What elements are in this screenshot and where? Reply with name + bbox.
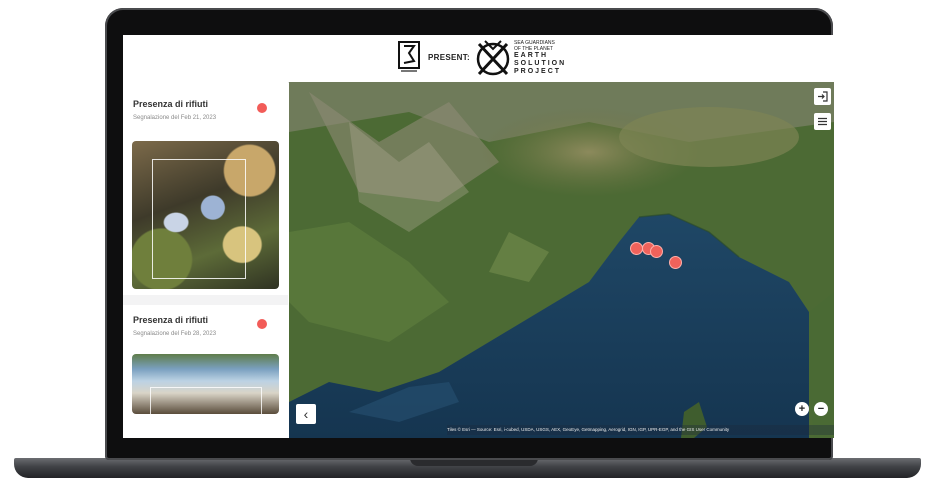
- report-marker[interactable]: [669, 256, 682, 269]
- logo-big-2: SOLUTION: [514, 60, 567, 67]
- report-title: Presenza di rifiuti: [133, 315, 209, 325]
- login-icon: [818, 91, 828, 102]
- zoom-in-button[interactable]: +: [795, 402, 809, 416]
- report-card[interactable]: Presenza di rifiuti Segnalazione del Feb…: [123, 82, 288, 295]
- app-screen: PRESENT: SEA GUARDIANS OF THE PLANET EAR…: [123, 35, 834, 438]
- login-button[interactable]: [814, 88, 831, 105]
- collapse-sidebar-button[interactable]: ‹: [296, 404, 316, 424]
- report-title: Presenza di rifiuti: [133, 99, 209, 109]
- photo-frame: [150, 387, 262, 414]
- satellite-map[interactable]: ‹ + − Tiles © Esri — Source: Esri, i-cub…: [289, 82, 834, 438]
- report-sidebar: Presenza di rifiuti Segnalazione del Feb…: [123, 82, 288, 438]
- map-attribution: Tiles © Esri — Source: Esri, i-cubed, US…: [447, 425, 834, 435]
- map-tiles: [289, 82, 834, 438]
- earth-solution-wordmark: SEA GUARDIANS OF THE PLANET EARTH SOLUTI…: [514, 40, 574, 76]
- chevron-left-icon: ‹: [303, 406, 309, 422]
- header: PRESENT: SEA GUARDIANS OF THE PLANET EAR…: [123, 35, 834, 83]
- report-date: Segnalazione del Feb 28, 2023: [133, 331, 217, 337]
- earth-solution-logo: [476, 40, 510, 76]
- report-photo[interactable]: [132, 354, 279, 414]
- status-dot-icon: [257, 103, 267, 113]
- logo-big-1: EARTH: [514, 52, 549, 59]
- present-label: PRESENT:: [428, 53, 470, 62]
- hamburger-icon: [818, 117, 827, 126]
- report-marker[interactable]: [650, 245, 663, 258]
- photo-frame: [152, 159, 246, 279]
- menu-button[interactable]: [814, 113, 831, 130]
- report-photo[interactable]: [132, 141, 279, 289]
- status-dot-icon: [257, 319, 267, 329]
- zoom-out-button[interactable]: −: [814, 402, 828, 416]
- logo-big-3: PROJECT: [514, 68, 562, 75]
- partner-logo: [398, 41, 420, 72]
- report-date: Segnalazione del Feb 21, 2023: [133, 115, 217, 121]
